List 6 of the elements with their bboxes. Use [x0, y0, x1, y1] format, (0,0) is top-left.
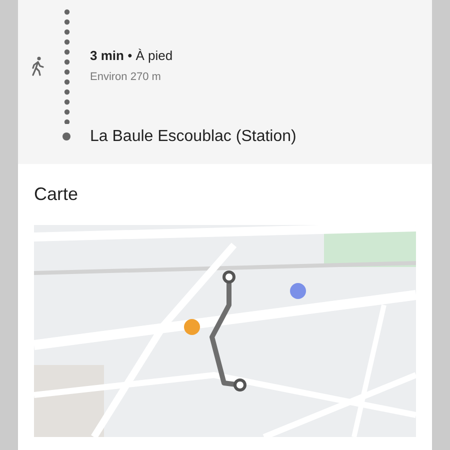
destination-dot-icon — [62, 132, 71, 141]
step-distance: Environ 270 m — [90, 71, 162, 83]
step-duration: 3 min • À pied — [90, 48, 173, 63]
walking-person-icon — [30, 56, 46, 76]
section-title: Carte — [34, 184, 80, 205]
destination-name: La Baule Escoublac (Station) — [90, 128, 296, 146]
